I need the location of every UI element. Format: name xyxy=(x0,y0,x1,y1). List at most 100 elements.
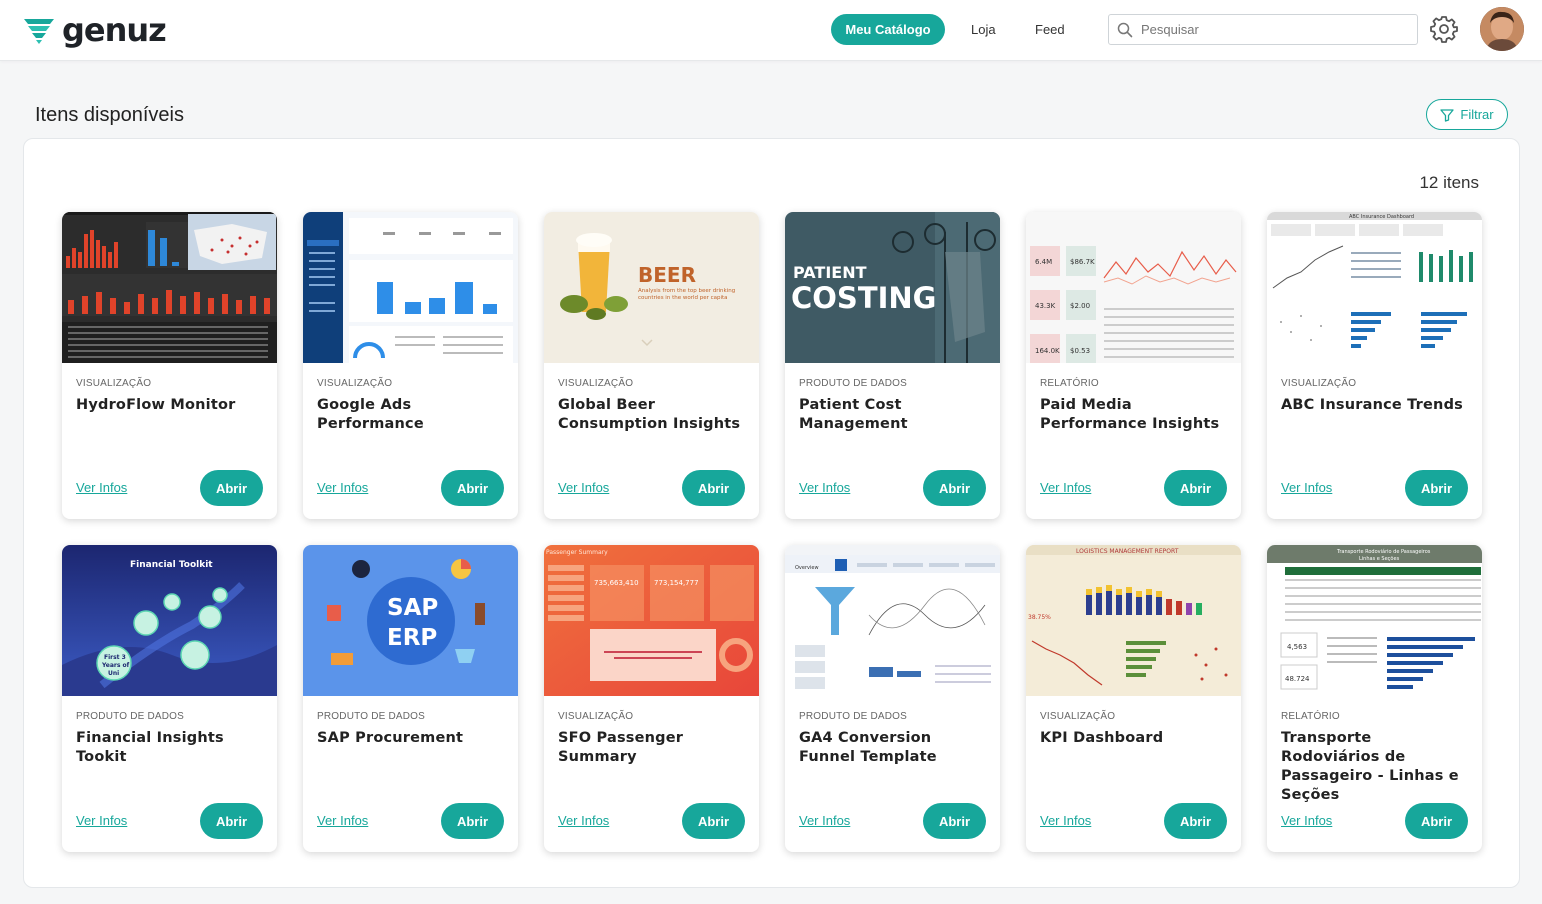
dashboard-preview-image: ABC Insurance Dashboard xyxy=(1267,212,1482,363)
svg-text:countries in the world per cap: countries in the world per capita xyxy=(638,295,728,301)
abrir-button[interactable]: Abrir xyxy=(923,470,986,506)
ver-infos-link[interactable]: Ver Infos xyxy=(558,480,609,495)
card-thumbnail xyxy=(62,212,277,363)
card-category: VISUALIZAÇÃO xyxy=(558,378,634,389)
search-input[interactable] xyxy=(1141,22,1401,37)
card-title: HydroFlow Monitor xyxy=(76,397,236,413)
genuz-logo[interactable]: genuz xyxy=(22,11,167,49)
svg-text:Uni: Uni xyxy=(108,670,119,677)
dashboard-preview-image xyxy=(303,212,518,363)
abrir-button[interactable]: Abrir xyxy=(1164,470,1227,506)
abrir-button[interactable]: Abrir xyxy=(441,803,504,839)
top-navigation-bar: genuz Meu Catálogo Loja Feed xyxy=(0,0,1542,61)
ver-infos-link[interactable]: Ver Infos xyxy=(317,813,368,828)
svg-text:164.0K: 164.0K xyxy=(1035,347,1060,355)
card-thumbnail: Transporte Rodoviário de Passageiros Lin… xyxy=(1267,545,1482,696)
card-title: Financial Insights Tookit xyxy=(76,730,224,765)
catalog-card[interactable]: BEER Analysis from the top beer drinking… xyxy=(544,212,759,519)
card-title: ABC Insurance Trends xyxy=(1281,397,1463,413)
dashboard-preview-image: Passenger Summary 735,663,410 773,154,77… xyxy=(544,545,759,696)
abrir-button[interactable]: Abrir xyxy=(200,470,263,506)
svg-text:$0.53: $0.53 xyxy=(1070,347,1090,355)
dashboard-preview-image: 6.4M $86.7K 43.3K $2.00 164.0K $0.53 xyxy=(1026,212,1241,363)
svg-text:Linhas e Seções: Linhas e Seções xyxy=(1359,556,1400,562)
nav-loja[interactable]: Loja xyxy=(971,14,996,45)
ver-infos-link[interactable]: Ver Infos xyxy=(799,813,850,828)
catalog-card[interactable]: PATIENT COSTING PRODUTO DE DADOS Patient… xyxy=(785,212,1000,519)
gear-icon[interactable] xyxy=(1430,15,1458,43)
dashboard-preview-image: Overview xyxy=(785,545,1000,696)
user-avatar[interactable] xyxy=(1480,7,1524,51)
card-category: RELATÓRIO xyxy=(1281,711,1340,722)
card-category: VISUALIZAÇÃO xyxy=(1281,378,1357,389)
svg-text:ABC Insurance Dashboard: ABC Insurance Dashboard xyxy=(1349,214,1414,220)
search-box[interactable] xyxy=(1108,14,1418,45)
abrir-button[interactable]: Abrir xyxy=(1405,470,1468,506)
filter-button[interactable]: Filtrar xyxy=(1426,99,1508,130)
catalog-card[interactable]: 6.4M $86.7K 43.3K $2.00 164.0K $0.53 REL… xyxy=(1026,212,1241,519)
card-category: VISUALIZAÇÃO xyxy=(558,711,634,722)
card-thumbnail xyxy=(303,212,518,363)
ver-infos-link[interactable]: Ver Infos xyxy=(1281,480,1332,495)
abrir-button[interactable]: Abrir xyxy=(1164,803,1227,839)
abrir-button[interactable]: Abrir xyxy=(923,803,986,839)
card-category: PRODUTO DE DADOS xyxy=(799,711,908,722)
financial-toolkit-preview-image: Financial Toolkit First 3 Years of Uni xyxy=(62,545,277,696)
catalog-grid: VISUALIZAÇÃO HydroFlow Monitor Ver Infos… xyxy=(62,212,1482,852)
ver-infos-link[interactable]: Ver Infos xyxy=(76,480,127,495)
catalog-card[interactable]: SAP ERP PRODUTO DE DADOS SAP Procurement… xyxy=(303,545,518,852)
catalog-card[interactable]: VISUALIZAÇÃO HydroFlow Monitor Ver Infos… xyxy=(62,212,277,519)
card-thumbnail: Overview xyxy=(785,545,1000,696)
catalog-card[interactable]: Passenger Summary 735,663,410 773,154,77… xyxy=(544,545,759,852)
abrir-button[interactable]: Abrir xyxy=(441,470,504,506)
catalog-card[interactable]: VISUALIZAÇÃO Google Ads Performance Ver … xyxy=(303,212,518,519)
card-category: VISUALIZAÇÃO xyxy=(317,378,393,389)
sap-erp-preview-image: SAP ERP xyxy=(303,545,518,696)
svg-text:773,154,777: 773,154,777 xyxy=(654,579,699,587)
ver-infos-link[interactable]: Ver Infos xyxy=(1040,813,1091,828)
card-thumbnail: BEER Analysis from the top beer drinking… xyxy=(544,212,759,363)
catalog-panel: 12 itens VISUALIZAÇÃO HydroFlow Monitor … xyxy=(23,138,1520,888)
card-title: SFO Passenger Summary xyxy=(558,730,684,765)
ver-infos-link[interactable]: Ver Infos xyxy=(1040,480,1091,495)
card-thumbnail: ABC Insurance Dashboard xyxy=(1267,212,1482,363)
filter-label: Filtrar xyxy=(1460,107,1494,122)
ver-infos-link[interactable]: Ver Infos xyxy=(1281,813,1332,828)
card-title: KPI Dashboard xyxy=(1040,730,1164,746)
card-thumbnail: SAP ERP xyxy=(303,545,518,696)
catalog-card[interactable]: ABC Insurance Dashboard VISUALIZAÇÃO ABC… xyxy=(1267,212,1482,519)
svg-text:SAP: SAP xyxy=(387,595,438,621)
patient-costing-preview-image: PATIENT COSTING xyxy=(785,212,1000,363)
card-title: Transporte Rodoviários de Passageiro - L… xyxy=(1281,730,1459,803)
card-category: PRODUTO DE DADOS xyxy=(317,711,426,722)
card-category: VISUALIZAÇÃO xyxy=(1040,711,1116,722)
catalog-card[interactable]: LOGISTICS MANAGEMENT REPORT 38.75% VISUA… xyxy=(1026,545,1241,852)
svg-text:735,663,410: 735,663,410 xyxy=(594,579,639,587)
ver-infos-link[interactable]: Ver Infos xyxy=(317,480,368,495)
svg-text:Financial Toolkit: Financial Toolkit xyxy=(130,560,213,570)
svg-text:COSTING: COSTING xyxy=(791,281,936,315)
card-title: Paid Media Performance Insights xyxy=(1040,397,1220,432)
ver-infos-link[interactable]: Ver Infos xyxy=(558,813,609,828)
beer-thumb-title: BEER xyxy=(638,263,696,287)
catalog-card[interactable]: Transporte Rodoviário de Passageiros Lin… xyxy=(1267,545,1482,852)
abrir-button[interactable]: Abrir xyxy=(200,803,263,839)
catalog-card[interactable]: Financial Toolkit First 3 Years of Uni P… xyxy=(62,545,277,852)
dashboard-preview-image: Transporte Rodoviário de Passageiros Lin… xyxy=(1267,545,1482,696)
logo-text: genuz xyxy=(62,11,167,49)
svg-text:Years of: Years of xyxy=(101,662,130,669)
svg-text:$2.00: $2.00 xyxy=(1070,302,1090,310)
abrir-button[interactable]: Abrir xyxy=(682,470,745,506)
card-thumbnail: LOGISTICS MANAGEMENT REPORT 38.75% xyxy=(1026,545,1241,696)
nav-feed[interactable]: Feed xyxy=(1035,14,1065,45)
card-category: VISUALIZAÇÃO xyxy=(76,378,152,389)
svg-text:43.3K: 43.3K xyxy=(1035,302,1056,310)
svg-text:ERP: ERP xyxy=(387,625,437,651)
nav-meu-catalogo[interactable]: Meu Catálogo xyxy=(831,14,945,45)
abrir-button[interactable]: Abrir xyxy=(1405,803,1468,839)
ver-infos-link[interactable]: Ver Infos xyxy=(799,480,850,495)
card-thumbnail: Financial Toolkit First 3 Years of Uni xyxy=(62,545,277,696)
catalog-card[interactable]: Overview PRODUTO DE DADOS GA4 Conversion… xyxy=(785,545,1000,852)
ver-infos-link[interactable]: Ver Infos xyxy=(76,813,127,828)
abrir-button[interactable]: Abrir xyxy=(682,803,745,839)
